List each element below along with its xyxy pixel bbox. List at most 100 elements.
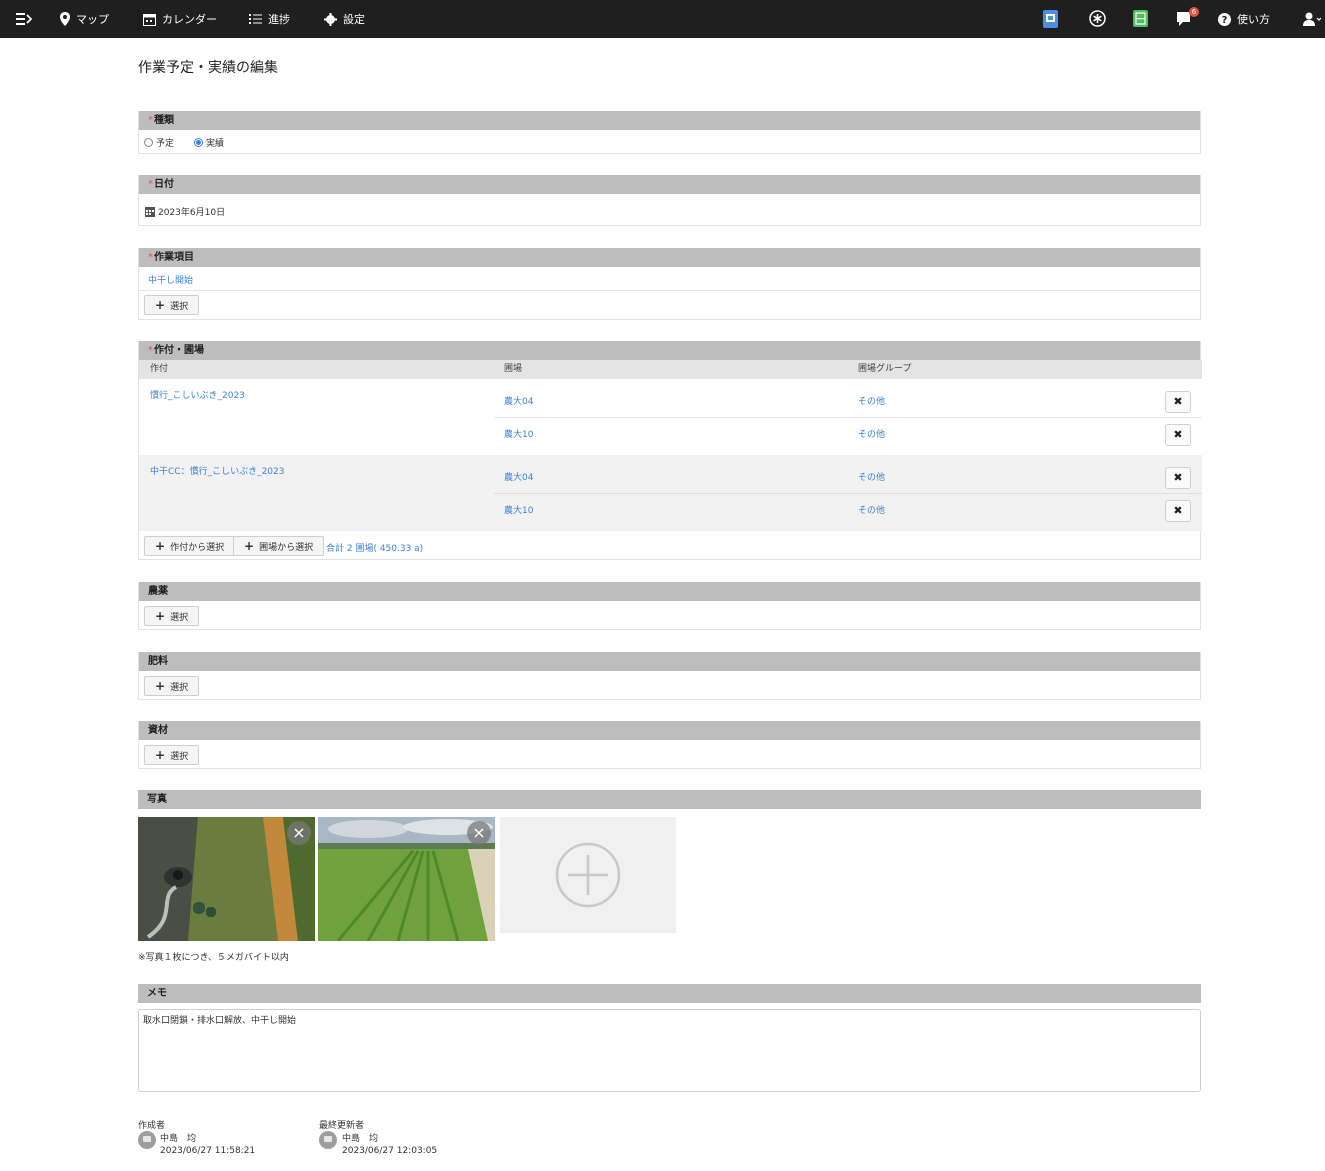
crop-actions: + 作付から選択 + 圃場から選択 合計 2 圃場( 450.33 a) (139, 532, 1202, 560)
crop-name[interactable]: 中干CC：慣行_こしいぶき_2023 (150, 464, 284, 477)
plus-icon: + (155, 748, 166, 762)
type-section: *種類 予定 実績 (138, 111, 1201, 154)
select-from-crop-label: 作付から選択 (170, 542, 225, 553)
user-menu[interactable] (1303, 0, 1321, 38)
work-item-section: *作業項目 中干し開始 + 選択 (138, 248, 1201, 320)
creator-name: 中島 均 (160, 1134, 197, 1144)
date-picker[interactable]: 2023年6月10日 (145, 205, 225, 218)
creator-time: 2023/06/27 11:58:21 (160, 1146, 256, 1156)
select-label: 選択 (170, 301, 189, 312)
crop-table-header: 作付 圃場 圃場グループ (139, 360, 1202, 379)
work-item-value[interactable]: 中干し開始 (148, 273, 193, 286)
plus-icon: + (244, 539, 255, 553)
creator-label: 作成者 (138, 1121, 166, 1131)
plus-icon: + (155, 298, 166, 312)
material-section: 資材 + 選択 (138, 721, 1201, 769)
page-title: 作業予定・実績の編集 (138, 60, 278, 76)
crop-name[interactable]: 慣行_こしいぶき_2023 (150, 388, 245, 401)
delete-row-button[interactable]: ✖ (1165, 391, 1191, 413)
date-section-header: *日付 (139, 175, 1200, 194)
row-divider (494, 417, 1202, 418)
material-select-button[interactable]: + 選択 (144, 745, 200, 765)
date-value: 2023年6月10日 (158, 208, 226, 218)
pesticide-header: 農薬 (139, 582, 1200, 601)
nav-calendar[interactable]: カレンダー (143, 0, 217, 38)
radio-actual[interactable]: 実績 (194, 136, 224, 149)
field-group-name[interactable]: その他 (858, 503, 885, 516)
add-photo-button[interactable] (500, 817, 676, 933)
memo-textarea[interactable]: 取水口閉鎖・排水口解放、中干し開始 (138, 1009, 1201, 1092)
material-header: 資材 (139, 721, 1200, 740)
updater-name: 中島 均 (342, 1134, 379, 1144)
field-name[interactable]: 農大04 (504, 470, 533, 483)
radio-actual-label: 実績 (206, 139, 225, 149)
nav-map-label: マップ (76, 13, 109, 26)
gear-icon (324, 12, 337, 26)
radio-planned[interactable]: 予定 (144, 136, 174, 149)
calendar-icon (143, 13, 156, 26)
nav-settings-label: 設定 (343, 13, 365, 26)
user-icon (1303, 12, 1321, 26)
notification-chat-icon[interactable]: 6 (1177, 7, 1199, 28)
select-label: 選択 (170, 751, 189, 762)
crop-group: 中干CC：慣行_こしいぶき_2023 農大04 その他 ✖ 農大10 その他 ✖ (139, 455, 1202, 531)
crop-field-header: *作付・圃場 (139, 341, 1200, 360)
field-name[interactable]: 農大10 (504, 427, 533, 440)
nav-help[interactable]: ? 使い方 (1218, 0, 1270, 38)
plus-icon: + (155, 539, 166, 553)
svg-text:?: ? (1222, 15, 1228, 26)
app-icon-green[interactable] (1133, 10, 1151, 28)
remove-photo-button[interactable]: × (287, 821, 311, 845)
nav-calendar-label: カレンダー (162, 13, 217, 26)
updater-avatar (319, 1131, 337, 1149)
divider (139, 290, 1200, 291)
field-name[interactable]: 農大04 (504, 394, 533, 407)
work-item-select-button[interactable]: + 選択 (144, 295, 200, 315)
delete-row-button[interactable]: ✖ (1165, 500, 1191, 522)
pesticide-section: 農薬 + 選択 (138, 582, 1201, 630)
select-from-crop-button[interactable]: + 作付から選択 (144, 536, 236, 556)
add-circle-icon (555, 842, 621, 908)
photo-size-note: ※写真１枚につき、５メガバイト以内 (138, 953, 289, 963)
crop-field-section: *作付・圃場 作付 圃場 圃場グループ 慣行_こしいぶき_2023 農大04 そ… (138, 341, 1202, 560)
row-divider (494, 493, 1202, 494)
crop-group: 慣行_こしいぶき_2023 農大04 その他 ✖ 農大10 その他 ✖ (139, 379, 1202, 455)
nav-map[interactable]: マップ (60, 0, 109, 38)
asterisk-circle-icon[interactable] (1089, 10, 1107, 28)
radio-checked-icon (194, 138, 203, 147)
plus-icon: + (155, 609, 166, 623)
remove-photo-button[interactable]: × (467, 821, 491, 845)
date-section: *日付 2023年6月10日 (138, 175, 1201, 226)
field-group-name[interactable]: その他 (858, 470, 885, 483)
list-icon (249, 14, 262, 24)
photo-thumbnail[interactable]: × (138, 817, 315, 941)
map-pin-icon (60, 12, 70, 26)
field-total[interactable]: 合計 2 圃場( 450.33 a) (326, 541, 423, 554)
notification-badge: 6 (1189, 7, 1199, 17)
fertilizer-header: 肥料 (139, 652, 1200, 671)
field-name[interactable]: 農大10 (504, 503, 533, 516)
nav-progress-label: 進捗 (268, 13, 290, 26)
menu-toggle-icon[interactable] (16, 0, 32, 38)
pesticide-select-button[interactable]: + 選択 (144, 606, 200, 626)
memo-header: メモ (138, 984, 1201, 1003)
app-icon-blue[interactable] (1043, 10, 1061, 28)
nav-settings[interactable]: 設定 (324, 0, 365, 38)
radio-circle-icon (144, 138, 153, 147)
memo-section: メモ (138, 984, 1201, 1003)
calendar-icon (145, 206, 155, 217)
nav-progress[interactable]: 進捗 (249, 0, 290, 38)
delete-row-button[interactable]: ✖ (1165, 424, 1191, 446)
select-from-field-button[interactable]: + 圃場から選択 (233, 536, 325, 556)
photo-section: 写真 (138, 790, 1201, 811)
select-from-field-label: 圃場から選択 (259, 542, 314, 553)
delete-row-button[interactable]: ✖ (1165, 467, 1191, 489)
field-group-name[interactable]: その他 (858, 427, 885, 440)
creator-avatar (138, 1131, 156, 1149)
radio-planned-label: 予定 (156, 139, 175, 149)
field-group-name[interactable]: その他 (858, 394, 885, 407)
select-label: 選択 (170, 682, 189, 693)
work-item-header: *作業項目 (139, 248, 1200, 267)
photo-thumbnail[interactable]: × (318, 817, 495, 941)
fertilizer-select-button[interactable]: + 選択 (144, 676, 200, 696)
